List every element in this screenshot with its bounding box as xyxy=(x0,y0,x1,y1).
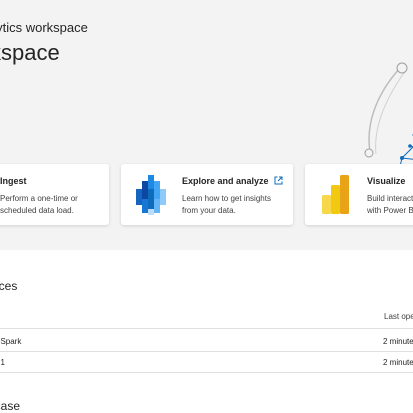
visualize-card-title: Visualize xyxy=(367,176,406,186)
table-divider xyxy=(0,372,413,373)
table-row-last-opened: 2 minute xyxy=(383,337,413,346)
power-bi-icon xyxy=(322,175,349,214)
explore-card-title: Explore and analyze xyxy=(182,176,269,186)
explore-card-description: Learn how to get insights from your data… xyxy=(182,194,271,215)
table-row-name[interactable]: pSpark xyxy=(0,337,21,346)
table-row-last-opened: 2 minute xyxy=(383,358,413,367)
ingest-card-title: Ingest xyxy=(0,176,27,186)
visualize-card[interactable]: Visualize Build interact with Power B xyxy=(305,164,413,225)
explore-analyze-card[interactable]: Explore and analyze Learn how to get ins… xyxy=(121,164,293,225)
hero-title: kspace xyxy=(0,40,60,65)
column-header-last-opened[interactable]: Last ope xyxy=(384,312,413,321)
table-row-name[interactable]: t 1 xyxy=(0,358,5,367)
hero-banner: alytics workspace kspace Ingest Perform … xyxy=(0,0,413,250)
visualize-desc-line2: with Power B xyxy=(367,206,413,215)
external-link-icon[interactable] xyxy=(274,176,283,185)
resources-title: urces xyxy=(0,279,18,293)
ingest-card[interactable]: Ingest Perform a one-time or scheduled d… xyxy=(0,164,109,225)
table-divider xyxy=(0,351,413,352)
network-illustration-icon xyxy=(364,62,413,175)
visualize-desc-line1: Build interact xyxy=(367,194,413,203)
visualize-card-description: Build interact with Power B xyxy=(367,193,413,217)
table-divider xyxy=(0,328,413,329)
explore-cubes-icon xyxy=(136,175,166,215)
showcase-title: wcase xyxy=(0,399,21,413)
ingest-card-description: Perform a one-time or scheduled data loa… xyxy=(0,194,78,215)
hero-subtitle: alytics workspace xyxy=(0,20,88,35)
